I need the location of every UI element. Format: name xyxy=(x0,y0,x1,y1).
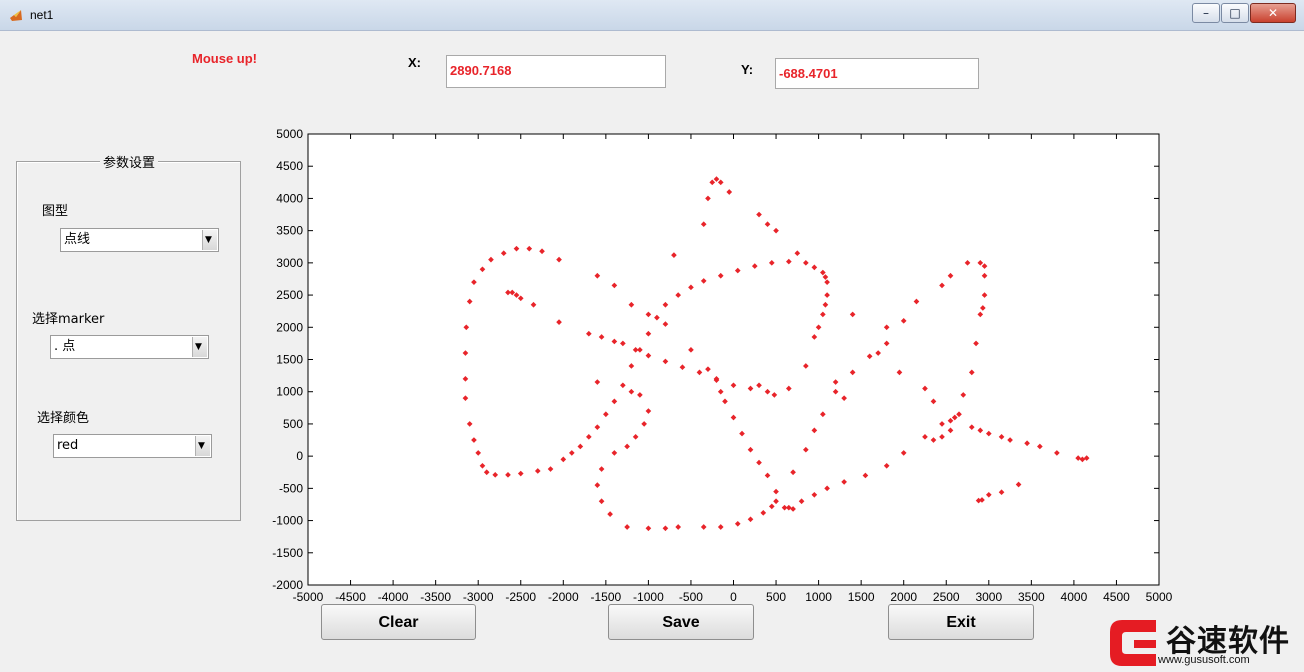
matlab-figure-window: net1 – □ ✕ Mouse up! X: 2890.7168 Y: -68… xyxy=(0,0,1304,672)
x-tick-label: -1500 xyxy=(590,590,621,604)
x-tick-label: -3000 xyxy=(463,590,494,604)
y-tick-label: 3500 xyxy=(276,224,303,238)
x-tick-label: 1000 xyxy=(805,590,832,604)
x-tick-label: -2500 xyxy=(505,590,536,604)
watermark: 谷速软件 www.gususoft.com xyxy=(1104,612,1304,672)
y-tick-label: -2000 xyxy=(272,578,303,592)
y-tick-label: 1500 xyxy=(276,353,303,367)
y-tick-label: 1000 xyxy=(276,385,303,399)
y-tick-label: 0 xyxy=(296,449,303,463)
x-tick-label: 1500 xyxy=(848,590,875,604)
exit-button[interactable]: Exit xyxy=(888,604,1034,640)
x-tick-label: -4000 xyxy=(378,590,409,604)
clear-button[interactable]: Clear xyxy=(321,604,476,640)
y-tick-label: 4000 xyxy=(276,191,303,205)
x-tick-label: 0 xyxy=(730,590,737,604)
y-tick-label: 4500 xyxy=(276,159,303,173)
x-tick-label: 4000 xyxy=(1061,590,1088,604)
x-tick-label: -5000 xyxy=(293,590,324,604)
x-tick-label: -500 xyxy=(679,590,703,604)
x-tick-label: -2000 xyxy=(548,590,579,604)
x-tick-label: 3500 xyxy=(1018,590,1045,604)
x-tick-label: 2000 xyxy=(890,590,917,604)
x-tick-label: 5000 xyxy=(1146,590,1173,604)
y-tick-label: 5000 xyxy=(276,127,303,141)
y-tick-label: 2000 xyxy=(276,320,303,334)
watermark-url: www.gususoft.com xyxy=(1158,654,1250,666)
gususoft-logo-icon xyxy=(1110,620,1156,666)
x-tick-label: 500 xyxy=(766,590,786,604)
plot-area[interactable] xyxy=(307,133,1160,586)
y-tick-label: -1500 xyxy=(272,546,303,560)
y-tick-label: 2500 xyxy=(276,288,303,302)
y-tick-label: -500 xyxy=(279,481,303,495)
x-tick-label: -4500 xyxy=(335,590,366,604)
y-tick-label: 3000 xyxy=(276,256,303,270)
y-tick-label: 500 xyxy=(283,417,303,431)
x-tick-label: 2500 xyxy=(933,590,960,604)
x-tick-label: 4500 xyxy=(1103,590,1130,604)
save-button[interactable]: Save xyxy=(608,604,754,640)
scatter-plot[interactable]: -5000 -4500 -4000 -3500 -3000 -2500 -2000 -1500… xyxy=(0,0,1304,672)
x-tick-label: -1000 xyxy=(633,590,664,604)
y-tick-label: -1000 xyxy=(272,514,303,528)
x-tick-label: 3000 xyxy=(975,590,1002,604)
x-tick-label: -3500 xyxy=(420,590,451,604)
